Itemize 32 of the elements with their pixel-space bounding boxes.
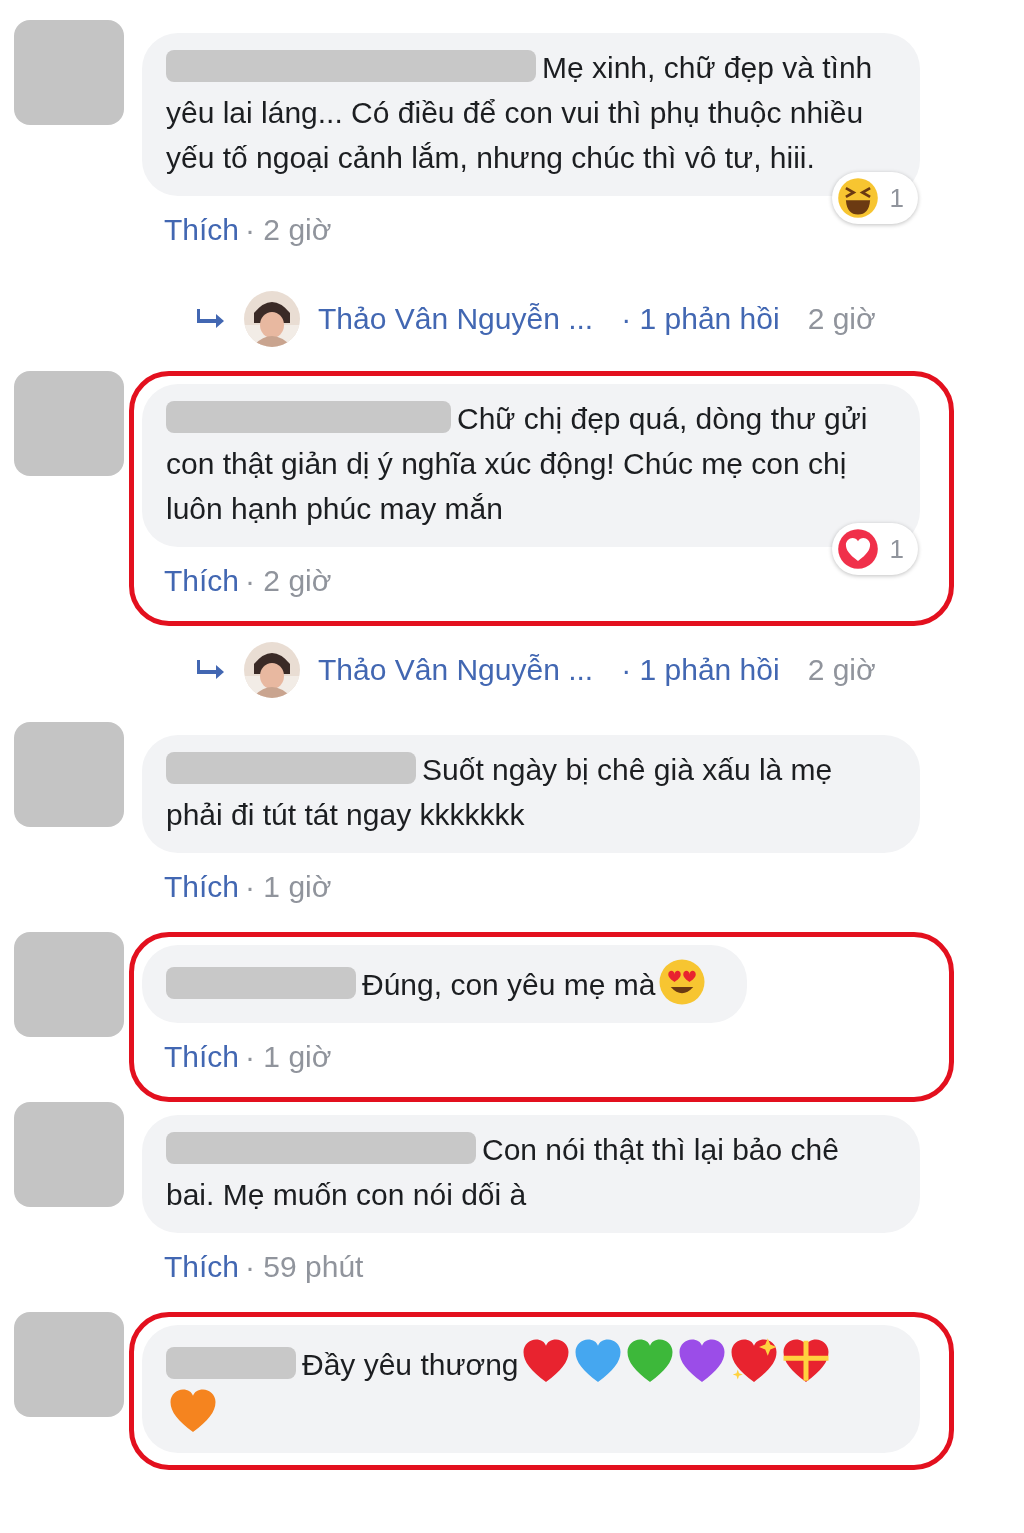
reaction-count: 1 — [889, 183, 904, 213]
reaction-badge[interactable]: 1 — [831, 523, 918, 575]
comment-time: · 1 giờ — [245, 1040, 332, 1073]
like-link[interactable]: Thích — [164, 213, 240, 246]
avatar[interactable] — [14, 932, 124, 1037]
comment-time: · 59 phút — [245, 1250, 364, 1283]
reply-arrow-icon — [196, 307, 226, 331]
comment-text: Đúng, con yêu mẹ mà — [166, 962, 656, 1007]
like-link[interactable]: Thích — [164, 1040, 240, 1073]
reply-author[interactable]: Thảo Vân Nguyễn ... — [318, 653, 594, 687]
avatar[interactable] — [14, 20, 124, 125]
reply-arrow-icon — [196, 658, 226, 682]
reply-time: 2 giờ — [807, 653, 876, 687]
like-link[interactable]: Thích — [164, 564, 240, 597]
comment-time: · 1 giờ — [245, 870, 332, 903]
comment-time: · 2 giờ — [245, 213, 332, 246]
avatar[interactable] — [14, 1102, 124, 1207]
reply-author[interactable]: Thảo Vân Nguyễn ... — [318, 302, 594, 336]
comment-text: Suốt ngày bị chê già xấu là mẹ phải đi tút tát ngay kkkkkkk — [166, 751, 834, 833]
reaction-badge[interactable]: 1 — [831, 172, 918, 224]
comment-text: Con nói thật thì lại bảo chê bai. Mẹ muốn con nói dối à — [166, 1131, 840, 1213]
avatar[interactable] — [14, 371, 124, 476]
avatar[interactable] — [14, 1312, 124, 1417]
reaction-count: 1 — [889, 534, 904, 564]
avatar[interactable] — [14, 722, 124, 827]
comment-time: · 2 giờ — [245, 564, 332, 597]
reply-count-link[interactable]: · 1 phản hồi — [621, 653, 780, 687]
comment-text: Đầy yêu thương — [166, 1342, 519, 1387]
like-link[interactable]: Thích — [164, 870, 240, 903]
reply-time: 2 giờ — [807, 302, 876, 336]
reply-count-link[interactable]: · 1 phản hồi — [621, 302, 780, 336]
like-link[interactable]: Thích — [164, 1250, 240, 1283]
